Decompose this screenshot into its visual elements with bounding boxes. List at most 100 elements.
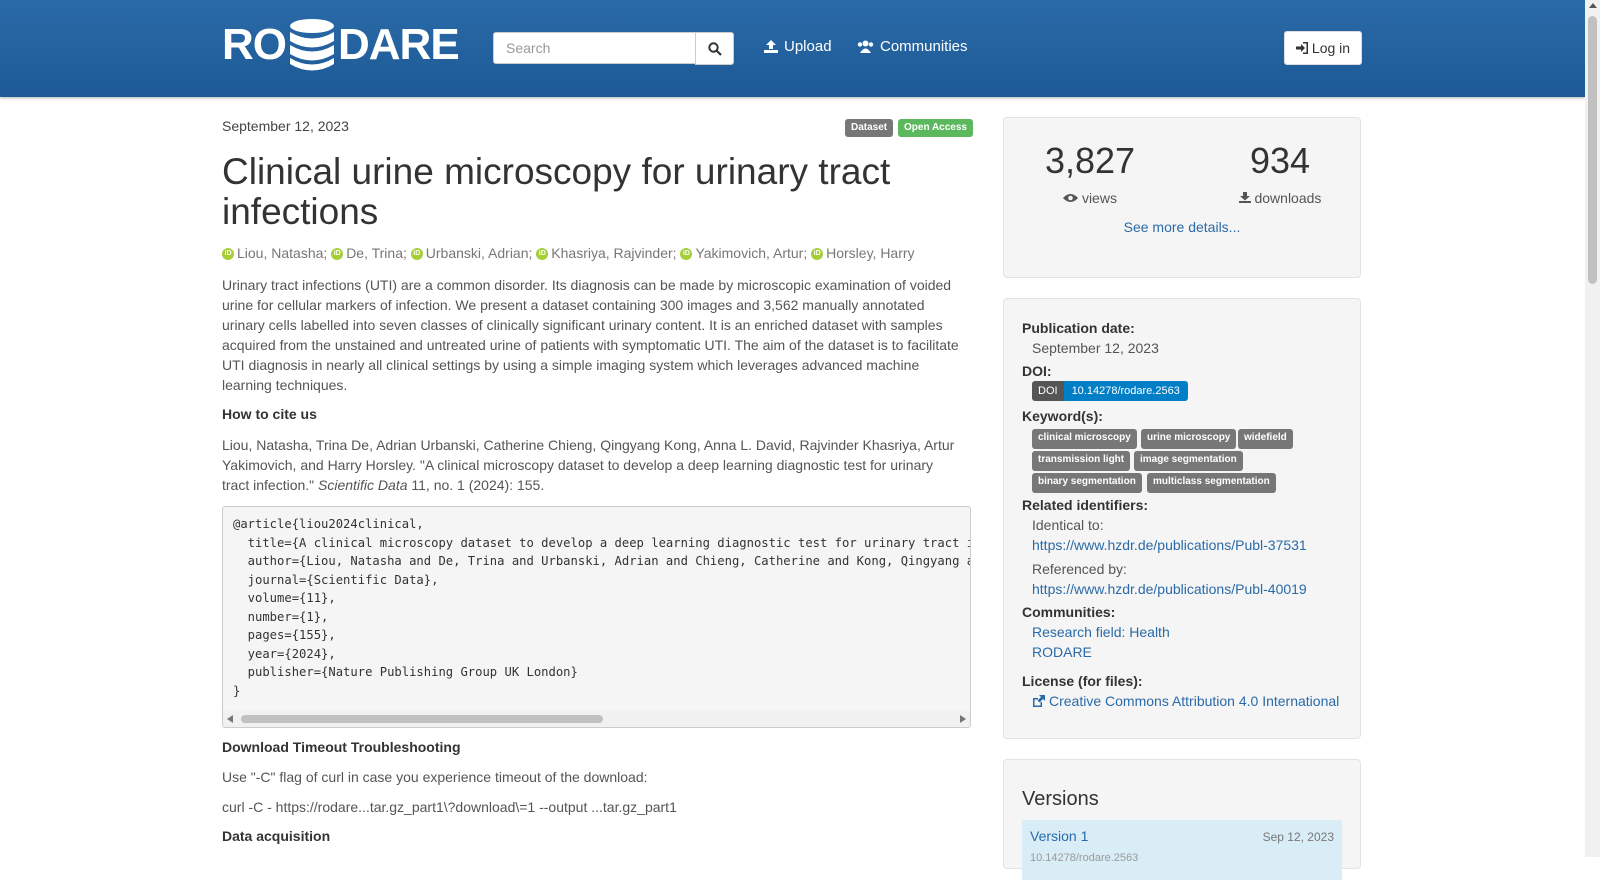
referenced-by-label: Referenced by: [1032, 561, 1127, 577]
publication-date-value: September 12, 2023 [1032, 340, 1159, 356]
author[interactable]: iD Yakimovich, Artur; [680, 245, 807, 261]
cite-heading: How to cite us [222, 406, 317, 422]
orcid-icon: iD [680, 248, 693, 261]
keyword-tag[interactable]: urine microscopy [1141, 429, 1237, 449]
search-input[interactable] [493, 32, 696, 64]
identical-to-link[interactable]: https://www.hzdr.de/publications/Publ-37… [1032, 537, 1307, 553]
doi-badge-prefix: DOI [1032, 381, 1064, 401]
version-row[interactable]: Version 1 Sep 12, 2023 10.14278/rodare.2… [1022, 820, 1342, 880]
logo-text-right: DARE [338, 20, 460, 69]
author-name: De, Trina; [346, 245, 407, 261]
navbar: RO DARE Upload Communities [0, 0, 1585, 97]
communities-label: Communities: [1022, 604, 1116, 620]
author-list: iD Liou, Natasha; iD De, Trina; iD Urbanski… [222, 245, 915, 261]
version-doi: 10.14278/rodare.2563 [1030, 852, 1139, 864]
keyword-tag[interactable]: widefield [1238, 429, 1293, 449]
orcid-icon: iD [222, 248, 234, 261]
views-label-text: views [1081, 190, 1117, 206]
keyword-tag[interactable]: binary segmentation [1032, 473, 1142, 493]
page-scroll-thumb[interactable] [1588, 16, 1597, 284]
record-title: Clinical urine microscopy for urinary tr… [222, 151, 891, 232]
horizontal-scroll-thumb[interactable] [241, 715, 603, 723]
keyword-tag[interactable]: clinical microscopy [1032, 429, 1137, 449]
related-identifiers-label: Related identifiers: [1022, 497, 1149, 513]
downloads-label-text: downloads [1254, 190, 1322, 206]
bibtex-code-block[interactable]: @article{liou2024clinical, title={A clin… [222, 506, 971, 728]
downloads-label: downloads [1200, 190, 1360, 206]
users-icon [857, 40, 874, 53]
scroll-up-icon[interactable] [1589, 3, 1597, 8]
version-label[interactable]: Version 1 [1030, 828, 1088, 844]
stats-panel: 3,827 views 934 downloads See more detai… [1003, 117, 1361, 278]
communities-link[interactable]: Communities [857, 38, 968, 55]
referenced-by-link[interactable]: https://www.hzdr.de/publications/Publ-40… [1032, 581, 1307, 597]
author[interactable]: iD Urbanski, Adrian; [410, 245, 533, 261]
see-more-details-link[interactable]: See more details... [1004, 219, 1360, 235]
license-label: License (for files): [1022, 673, 1143, 689]
upload-link[interactable]: Upload [764, 38, 832, 55]
keyword-tag[interactable]: transmission light [1032, 451, 1131, 471]
download-icon [1238, 192, 1251, 203]
data-acquisition-heading: Data acquisition [222, 828, 331, 844]
version-date: Sep 12, 2023 [1262, 830, 1334, 844]
bibtex-text: @article{liou2024clinical, title={A clin… [233, 517, 970, 698]
page-scrollbar[interactable] [1585, 0, 1600, 857]
database-logo-icon [290, 19, 334, 71]
sign-in-icon [1295, 42, 1308, 54]
keyword-tag[interactable]: image segmentation [1134, 451, 1243, 471]
doi-value: 10.14278/rodare.2563 [1063, 381, 1188, 401]
download-timeout-heading: Download Timeout Troubleshooting [222, 739, 461, 755]
external-link-icon [1033, 694, 1045, 707]
login-button[interactable]: Log in [1284, 31, 1362, 65]
login-label: Log in [1311, 40, 1351, 56]
author-name: Horsley, Harry [826, 245, 915, 261]
upload-label: Upload [784, 38, 832, 55]
site-logo[interactable]: RO DARE [222, 18, 460, 72]
author[interactable]: iD Khasriya, Rajvinder; [536, 245, 677, 261]
orcid-icon: iD [811, 248, 824, 261]
record-description: Urinary tract infections (UTI) are a com… [222, 277, 959, 393]
keywords-label: Keyword(s): [1022, 408, 1103, 424]
downloads-count: 934 [1249, 140, 1311, 181]
dataset-badge: Dataset [845, 119, 894, 137]
community-link[interactable]: RODARE [1032, 644, 1092, 660]
metadata-panel: Publication date: September 12, 2023 DOI… [1003, 298, 1361, 739]
communities-label: Communities [880, 38, 968, 55]
scroll-right-icon[interactable] [960, 715, 966, 723]
search-button[interactable] [695, 32, 734, 65]
versions-panel: Versions Version 1 Sep 12, 2023 10.14278… [1003, 759, 1361, 880]
views-label: views [1010, 190, 1170, 206]
license-text: Creative Commons Attribution 4.0 Interna… [1049, 693, 1340, 709]
search-icon [707, 41, 722, 56]
doi-label: DOI: [1022, 363, 1052, 379]
versions-title: Versions [1022, 788, 1099, 810]
orcid-icon: iD [536, 248, 549, 261]
identical-to-label: Identical to: [1032, 517, 1104, 533]
author-name: Khasriya, Rajvinder; [551, 245, 677, 261]
download-timeout-text: Use "-C" flag of curl in case you experi… [222, 769, 648, 785]
keyword-tag[interactable]: multiclass segmentation [1147, 473, 1276, 493]
logo-text-left: RO [222, 20, 287, 69]
author-name: Yakimovich, Artur; [695, 245, 808, 261]
curl-command-text: curl -C - https://rodare...tar.gz_part1\… [222, 799, 677, 815]
upload-icon [764, 40, 778, 53]
publication-date-label: Publication date: [1022, 320, 1135, 336]
author[interactable]: iD De, Trina; [331, 245, 407, 261]
community-link[interactable]: Research field: Health [1032, 624, 1170, 640]
author[interactable]: iD Horsley, Harry [811, 245, 915, 261]
publication-date: September 12, 2023 [222, 118, 349, 134]
orcid-icon: iD [331, 248, 344, 261]
horizontal-scrollbar[interactable] [223, 711, 970, 727]
citation-text: Liou, Natasha, Trina De, Adrian Urbanski… [222, 435, 962, 495]
citation-part: 11, no. 1 (2024): 155. [407, 477, 545, 493]
citation-journal: Scientific Data [318, 477, 408, 493]
author-name: Urbanski, Adrian; [425, 245, 533, 261]
views-count: 3,827 [1044, 140, 1136, 181]
scroll-left-icon[interactable] [227, 715, 233, 723]
license-link[interactable]: Creative Commons Attribution 4.0 Interna… [1032, 693, 1339, 709]
author[interactable]: iD Liou, Natasha; [222, 245, 327, 261]
open-access-badge: Open Access [898, 119, 973, 137]
doi-badge[interactable]: DOI 10.14278/rodare.2563 [1032, 381, 1188, 401]
eye-icon [1063, 194, 1079, 202]
author-name: Liou, Natasha; [237, 245, 328, 261]
